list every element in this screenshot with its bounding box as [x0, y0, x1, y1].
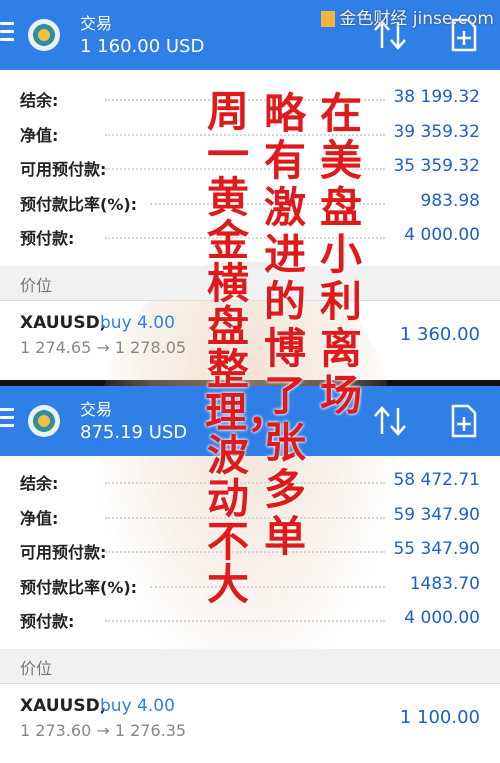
row-label: 预付款比率(%):: [20, 194, 138, 214]
summary-row-margin: 预付款: 4 000.00: [0, 602, 500, 637]
jinse-logo-icon: [321, 11, 336, 27]
row-value: 35 359.32: [393, 156, 480, 176]
row-label: 净值:: [20, 508, 59, 528]
row-value: 4 000.00: [404, 225, 480, 245]
section-label: 价位: [20, 276, 53, 295]
row-value: 983.98: [420, 190, 480, 211]
row-label: 预付款:: [20, 612, 75, 631]
row-value: 58 472.71: [393, 470, 480, 490]
menu-icon[interactable]: [0, 22, 14, 42]
metatrader-logo-icon: [28, 405, 60, 437]
overlay-text-col1: 在美盘小利离场: [319, 89, 362, 420]
divider: [0, 683, 500, 684]
row-label: 可用预付款:: [20, 160, 107, 179]
row-value: 59 347.90: [393, 504, 480, 525]
page-title: 交易: [80, 400, 113, 419]
row-value: 39 359.32: [393, 121, 480, 142]
overlay-text-col2: 略有激进的博了张多单: [263, 89, 306, 561]
row-label: 结余:: [20, 91, 59, 110]
position-profit: 1 360.00: [399, 324, 480, 345]
section-label: 价位: [20, 659, 53, 678]
position-prices: 1 273.60 → 1 276.35: [20, 721, 187, 740]
position-symbol: XAUUSD,: [20, 313, 107, 333]
row-label: 预付款比率(%):: [20, 577, 138, 597]
row-label: 结余:: [20, 474, 59, 493]
site-watermark: 金色财经 jinse.com: [321, 4, 494, 29]
dot-leader: [150, 585, 385, 588]
position-prices: 1 274.65 → 1 278.05: [20, 338, 187, 357]
position-symbol: XAUUSD,: [20, 696, 107, 716]
position-profit: 1 100.00: [399, 707, 480, 728]
row-value: 1483.70: [409, 573, 480, 594]
section-header-positions: 价位: [0, 649, 500, 683]
row-value: 55 347.90: [393, 539, 480, 559]
position-row[interactable]: XAUUSD, buy 4.00 1 273.60 → 1 276.35 1 1…: [0, 686, 500, 748]
menu-icon[interactable]: [0, 408, 14, 428]
metatrader-logo-icon: [28, 19, 60, 51]
row-value: 38 199.32: [393, 87, 480, 107]
page-title: 交易: [80, 14, 113, 33]
row-label: 预付款:: [20, 229, 75, 248]
row-label: 净值:: [20, 125, 59, 145]
account-balance: 1 160.00 USD: [80, 36, 205, 57]
position-side: buy 4.00: [100, 696, 175, 716]
account-balance: 875.19 USD: [80, 422, 188, 443]
position-side: buy 4.00: [100, 313, 175, 333]
dot-leader: [105, 620, 385, 622]
overlay-text-col3: 周一黄金横盘整理，波动不大: [205, 87, 290, 609]
watermark-text: 金色财经 jinse.com: [339, 9, 494, 29]
row-label: 可用预付款:: [20, 543, 107, 562]
sort-icon[interactable]: [372, 404, 408, 438]
row-value: 4 000.00: [404, 608, 480, 628]
new-order-icon[interactable]: [450, 404, 478, 438]
